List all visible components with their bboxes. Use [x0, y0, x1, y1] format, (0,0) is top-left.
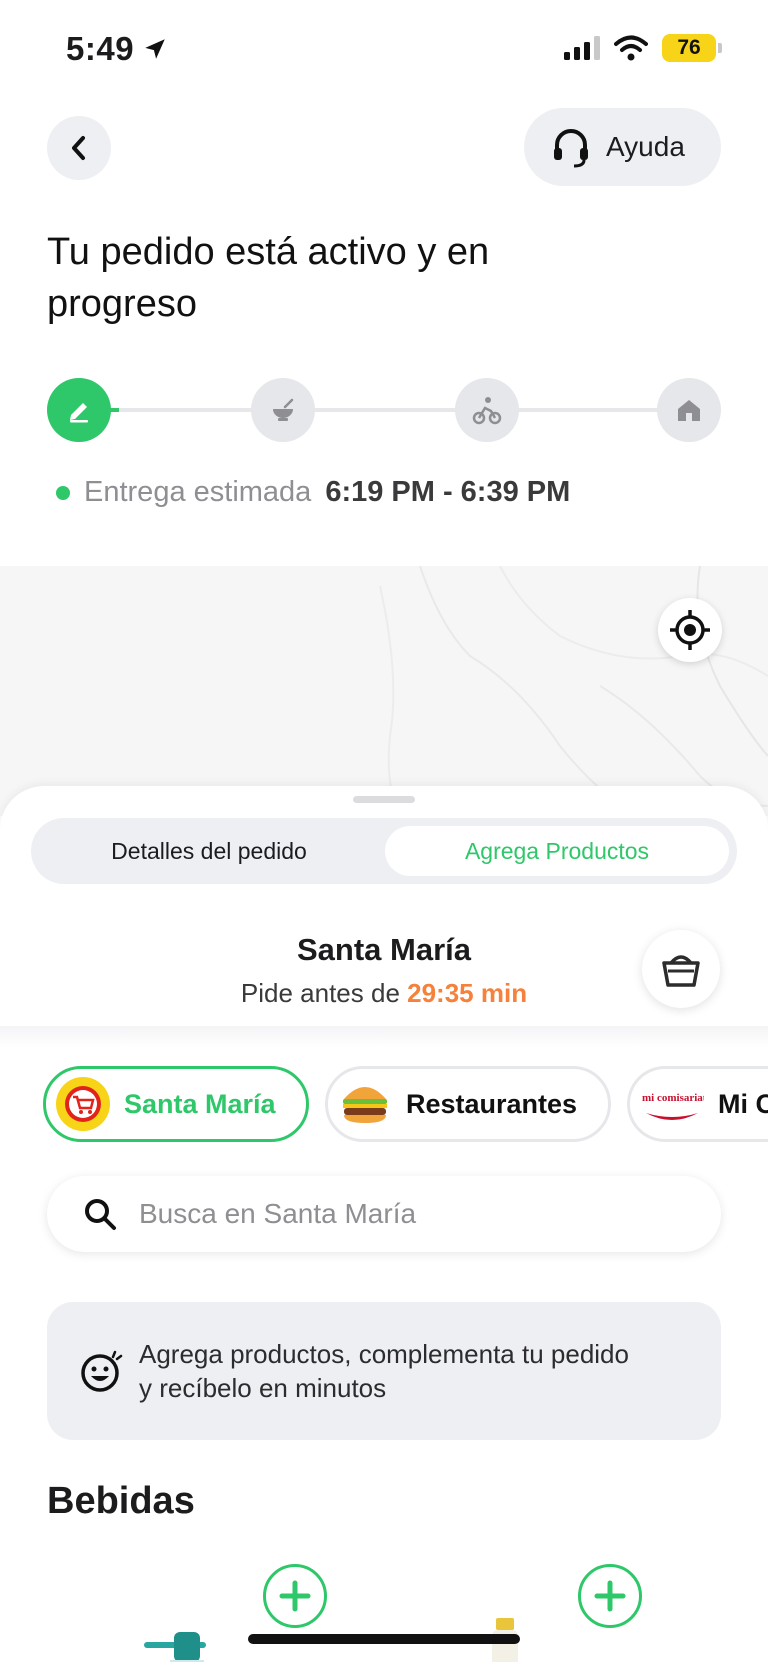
map-roads [379, 566, 768, 816]
tab-order-details[interactable]: Detalles del pedido [39, 826, 379, 876]
add-product-button[interactable] [263, 1564, 327, 1628]
order-before-label: Pide antes de [240, 978, 400, 1008]
page-title: Tu pedido está activo y en progreso [47, 231, 490, 325]
locate-me-button[interactable] [658, 598, 722, 662]
info-banner: Agrega productos, complementa tu pedido … [47, 1302, 721, 1440]
status-bar: 5:49 76 [0, 0, 768, 100]
countdown-timer: 29:35 min [407, 978, 528, 1008]
step-order-placed [47, 378, 111, 442]
burger-icon [338, 1077, 392, 1131]
product-image-water-bottle[interactable] [144, 1632, 206, 1662]
headset-icon [554, 129, 588, 168]
store-chip-mi-comisariato[interactable]: mi comisariato Mi C [627, 1066, 768, 1142]
status-time: 5:49 [66, 30, 168, 68]
add-product-button[interactable] [578, 1564, 642, 1628]
courier-bike-icon [472, 397, 502, 425]
order-progress [47, 378, 721, 442]
home-indicator[interactable] [248, 1634, 520, 1644]
search-input[interactable] [139, 1198, 659, 1230]
location-arrow-icon [145, 39, 165, 59]
mi-comisariato-logo: mi comisariato [640, 1077, 704, 1131]
estimated-delivery: Entrega estimada 6:19 PM - 6:39 PM [56, 476, 570, 509]
help-label: Ayuda [606, 131, 685, 162]
sheet-drag-handle[interactable] [353, 796, 415, 803]
eta-value: 6:19 PM - 6:39 PM [325, 476, 571, 508]
store-chip-santa-maria[interactable]: Santa María [43, 1066, 309, 1142]
status-dot [56, 485, 70, 500]
help-button[interactable]: Ayuda [524, 108, 721, 186]
bowl-icon [273, 398, 294, 421]
clock: 5:49 [66, 30, 135, 67]
basket-button[interactable] [642, 930, 720, 1008]
store-chip-restaurantes[interactable]: Restaurantes [325, 1066, 611, 1142]
home-icon [678, 400, 700, 421]
bottom-sheet: Detalles del pedido Agrega Productos San… [0, 786, 768, 1662]
plus-icon [594, 1580, 626, 1612]
crosshair-icon [670, 610, 710, 650]
cart-logo-icon [56, 1077, 110, 1131]
step-delivered [657, 378, 721, 442]
status-indicators: 76 [564, 34, 722, 62]
back-button[interactable] [47, 116, 111, 180]
step-on-the-way [455, 378, 519, 442]
banner-text: Agrega productos, complementa tu pedido … [139, 1339, 629, 1403]
signal-icon [564, 36, 600, 60]
pencil-icon [70, 403, 88, 423]
store-chip-label: Santa María [124, 1088, 276, 1119]
store-chip-label: Restaurantes [406, 1088, 578, 1119]
section-title: Bebidas [47, 1480, 195, 1522]
smiley-icon [81, 1350, 123, 1392]
section-divider [0, 1026, 768, 1048]
progress-track [79, 408, 689, 412]
store-search[interactable] [47, 1176, 721, 1252]
battery-indicator: 76 [662, 34, 722, 62]
wifi-icon [614, 35, 648, 61]
basket-icon [662, 955, 700, 987]
delivery-map[interactable] [0, 566, 768, 816]
search-icon [85, 1199, 116, 1230]
tab-add-products[interactable]: Agrega Productos [385, 826, 729, 876]
step-preparing [251, 378, 315, 442]
store-chip-label: Mi C [718, 1088, 768, 1119]
segmented-tabs: Detalles del pedido Agrega Productos [31, 818, 737, 884]
eta-label: Entrega estimada [84, 476, 312, 508]
logo-text: mi comisariato [642, 1092, 704, 1104]
chevron-left-icon [72, 136, 85, 160]
plus-icon [279, 1580, 311, 1612]
